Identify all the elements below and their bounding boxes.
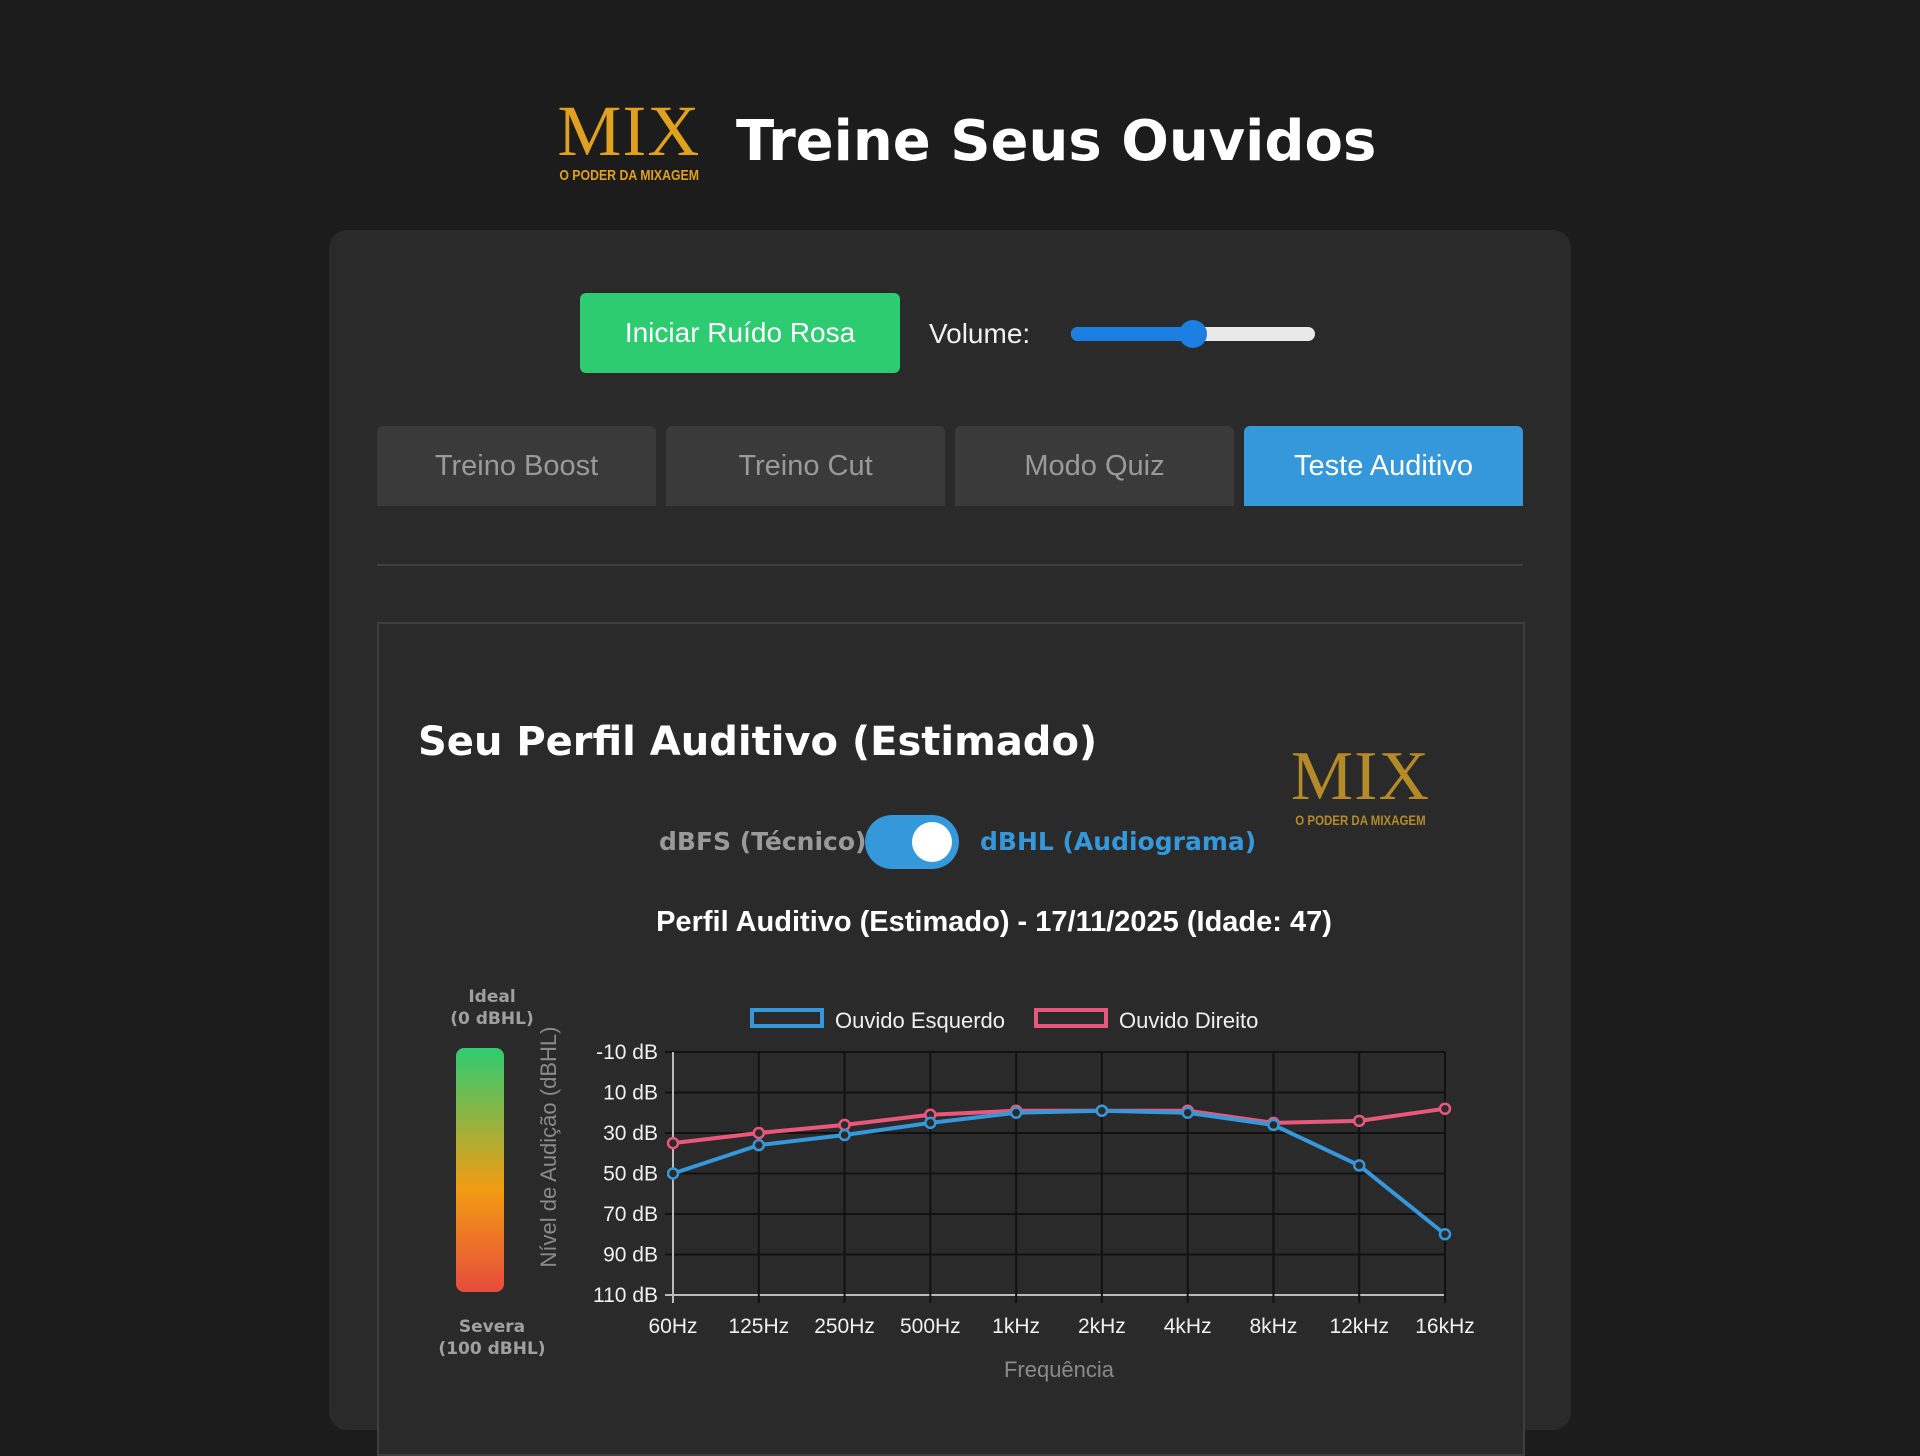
y-tick-label: 30 dB — [603, 1122, 658, 1145]
tab-modo-quiz[interactable]: Modo Quiz — [955, 426, 1234, 506]
x-tick-label: 8kHz — [1250, 1315, 1298, 1338]
x-tick-label: 60Hz — [648, 1315, 697, 1338]
x-tick-label: 2kHz — [1078, 1315, 1126, 1338]
x-tick-label: 250Hz — [814, 1315, 875, 1338]
volume-label: Volume: — [929, 318, 1031, 349]
data-point-left-ear[interactable] — [752, 1138, 766, 1152]
data-point-left-ear[interactable] — [1267, 1118, 1280, 1132]
audiogram-chart: -10 dB 10 dB 30 dB 50 dB 70 dB 90 dB 110 dB 60H… — [593, 1041, 1475, 1338]
logo-wordmark: MIX — [557, 90, 701, 171]
data-point-left-ear[interactable] — [1181, 1106, 1194, 1119]
data-point-left-ear[interactable] — [1352, 1159, 1366, 1172]
x-tick-label: 16kHz — [1415, 1315, 1475, 1338]
data-point-right-ear[interactable] — [1438, 1102, 1452, 1115]
hearing-profile-card: Seu Perfil Auditivo (Estimado) MIX O POD… — [377, 622, 1525, 1456]
y-tick-label: 90 dB — [603, 1244, 658, 1267]
tab-treino-cut[interactable]: Treino Cut — [666, 426, 945, 506]
x-tick-label: 1kHz — [992, 1315, 1040, 1338]
data-point-left-ear[interactable] — [1009, 1106, 1023, 1119]
data-point-left-ear[interactable] — [1438, 1228, 1452, 1241]
x-tick-label: 4kHz — [1164, 1315, 1212, 1338]
series-line-right-ear — [672, 1106, 1446, 1146]
tabs-divider — [377, 564, 1523, 566]
start-pink-noise-button[interactable]: Iniciar Ruído Rosa — [580, 293, 900, 373]
main-panel: Iniciar Ruído Rosa Volume: Treino Boost … — [329, 230, 1571, 1456]
data-point-right-ear[interactable] — [838, 1118, 851, 1132]
logo-tagline: O PODER DA MIXAGEM — [559, 166, 699, 184]
y-tick-label: 70 dB — [603, 1203, 658, 1226]
data-point-right-ear[interactable] — [752, 1126, 766, 1140]
volume-slider-fill — [1071, 327, 1193, 341]
data-point-left-ear[interactable] — [838, 1128, 851, 1142]
volume-slider[interactable] — [1071, 320, 1315, 348]
volume-slider-thumb[interactable] — [1179, 320, 1207, 348]
data-point-right-ear[interactable] — [666, 1136, 680, 1150]
x-tick-label: 125Hz — [728, 1315, 789, 1338]
app-header: MIX O PODER DA MIXAGEM Treine Seus Ouvid… — [0, 90, 1920, 186]
x-tick-label: 500Hz — [900, 1315, 961, 1338]
y-tick-label: -10 dB — [596, 1041, 658, 1064]
y-tick-label: 110 dB — [593, 1284, 658, 1307]
tab-treino-boost[interactable]: Treino Boost — [377, 426, 656, 506]
x-tick-label: 12kHz — [1329, 1315, 1389, 1338]
data-point-left-ear[interactable] — [666, 1167, 680, 1180]
page-title: Treine Seus Ouvidos — [736, 108, 1377, 174]
mix-logo: MIX O PODER DA MIXAGEM — [544, 90, 714, 184]
data-point-left-ear[interactable] — [924, 1116, 937, 1130]
tab-teste-auditivo[interactable]: Teste Auditivo — [1244, 426, 1523, 506]
data-point-left-ear[interactable] — [1095, 1104, 1109, 1117]
y-tick-label: 10 dB — [603, 1082, 658, 1105]
data-point-right-ear[interactable] — [1352, 1114, 1366, 1128]
y-tick-label: 50 dB — [603, 1163, 658, 1186]
